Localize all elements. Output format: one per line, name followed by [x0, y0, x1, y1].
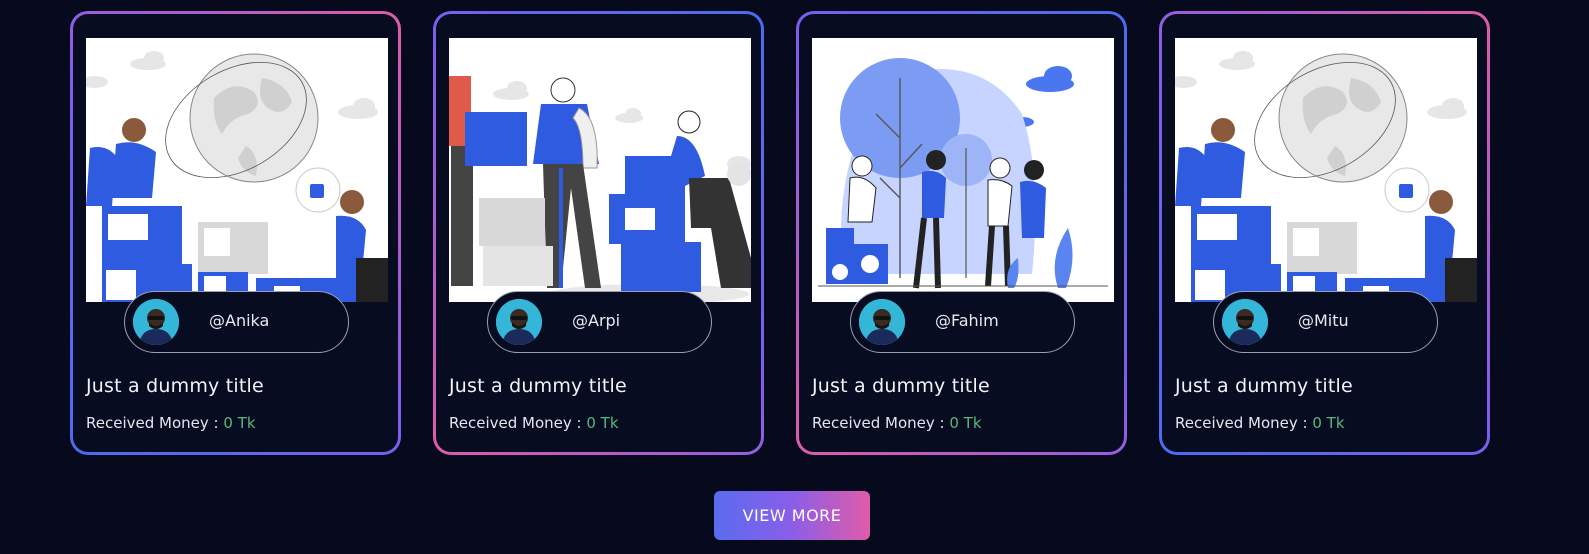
user-handle: @Fahim — [935, 311, 999, 330]
money-amount: 0 Tk — [949, 414, 982, 432]
received-money: Received Money : 0 Tk — [812, 414, 982, 432]
user-handle: @Mitu — [1298, 311, 1349, 330]
globe-donation-illustration — [86, 38, 388, 302]
user-pill[interactable]: @Anika — [124, 291, 349, 353]
money-label: Received Money : — [812, 414, 945, 432]
user-handle: @Anika — [209, 311, 270, 330]
card-title: Just a dummy title — [812, 375, 990, 397]
avatar — [496, 299, 542, 345]
card-body: @Fahim Just a dummy title Received Money… — [799, 14, 1124, 452]
received-money: Received Money : 0 Tk — [86, 414, 256, 432]
card-body: @Mitu Just a dummy title Received Money … — [1162, 14, 1487, 452]
avatar — [859, 299, 905, 345]
received-money: Received Money : 0 Tk — [449, 414, 619, 432]
received-money: Received Money : 0 Tk — [1175, 414, 1345, 432]
view-more-button[interactable]: VIEW MORE — [714, 491, 870, 540]
user-pill[interactable]: @Arpi — [487, 291, 712, 353]
box-handover-illustration — [449, 38, 751, 302]
money-amount: 0 Tk — [586, 414, 619, 432]
globe-donation-illustration — [1175, 38, 1477, 302]
card-title: Just a dummy title — [1175, 375, 1353, 397]
user-pill[interactable]: @Mitu — [1213, 291, 1438, 353]
campaign-cards: @Anika Just a dummy title Received Money… — [70, 11, 1490, 455]
campaign-card[interactable]: @Arpi Just a dummy title Received Money … — [433, 11, 764, 455]
money-label: Received Money : — [449, 414, 582, 432]
user-pill[interactable]: @Fahim — [850, 291, 1075, 353]
user-handle: @Arpi — [572, 311, 621, 330]
avatar — [1222, 299, 1268, 345]
card-title: Just a dummy title — [86, 375, 264, 397]
tree-donation-illustration — [812, 38, 1114, 302]
card-body: @Arpi Just a dummy title Received Money … — [436, 14, 761, 452]
money-label: Received Money : — [1175, 414, 1308, 432]
card-body: @Anika Just a dummy title Received Money… — [73, 14, 398, 452]
money-label: Received Money : — [86, 414, 219, 432]
money-amount: 0 Tk — [223, 414, 256, 432]
campaign-card[interactable]: @Anika Just a dummy title Received Money… — [70, 11, 401, 455]
card-title: Just a dummy title — [449, 375, 627, 397]
money-amount: 0 Tk — [1312, 414, 1345, 432]
avatar — [133, 299, 179, 345]
campaign-card[interactable]: @Fahim Just a dummy title Received Money… — [796, 11, 1127, 455]
campaign-card[interactable]: @Mitu Just a dummy title Received Money … — [1159, 11, 1490, 455]
